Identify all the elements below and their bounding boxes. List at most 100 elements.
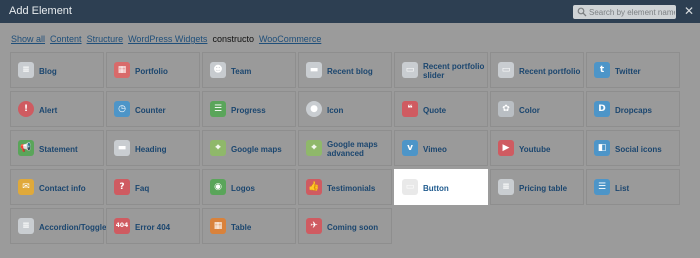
coming-soon-icon: ✈ [306, 218, 322, 234]
youtube-icon: ▶ [498, 140, 514, 156]
element-tile-error-404[interactable]: 404 Error 404 [106, 208, 200, 244]
element-tile-team[interactable]: ☻ Team [202, 52, 296, 88]
recent-portfolio-icon: ▭ [498, 62, 514, 78]
statement-icon: 📢 [18, 140, 34, 156]
alert-icon: ! [18, 101, 34, 117]
element-tile-label: Social icons [615, 144, 662, 154]
element-tile-testimonials[interactable]: 👍 Testimonials [298, 169, 392, 205]
element-tile-faq[interactable]: ? Faq [106, 169, 200, 205]
element-tile-label: Recent portfolio slider [423, 62, 485, 80]
add-element-modal: Add Element ✕ Show all Content Structure Wo… [0, 0, 700, 258]
team-icon: ☻ [210, 62, 226, 78]
element-tile-logos[interactable]: ◉ Logos [202, 169, 296, 205]
icon-glyph: ⌖ [311, 143, 317, 153]
element-tile-label: Heading [135, 144, 167, 154]
element-tile-youtube[interactable]: ▶ Youtube [490, 130, 584, 166]
filter-show-all[interactable]: Show all [11, 34, 45, 44]
icon-glyph: ✈ [310, 221, 318, 231]
icon-glyph: ◧ [597, 143, 607, 153]
blog-icon: ≡ [18, 62, 34, 78]
element-tile-label: Logos [231, 183, 255, 193]
element-tile-alert[interactable]: ! Alert [10, 91, 104, 127]
element-tile-label: Testimonials [327, 183, 376, 193]
google-maps-icon: ⌖ [210, 140, 226, 156]
icon-glyph: t [599, 65, 605, 75]
element-tile-statement[interactable]: 📢 Statement [10, 130, 104, 166]
element-tile-label: Error 404 [135, 222, 171, 232]
error-404-icon: 404 [114, 218, 130, 234]
twitter-icon: t [594, 62, 610, 78]
element-tile-coming-soon[interactable]: ✈ Coming soon [298, 208, 392, 244]
filter-woocommerce[interactable]: WooCommerce [259, 34, 321, 44]
element-tile-table[interactable]: ▦ Table [202, 208, 296, 244]
category-filters: Show all Content Structure WordPress Widget… [11, 34, 326, 46]
element-tile-label: Quote [423, 105, 447, 115]
icon-glyph: ▬ [309, 65, 319, 75]
element-tile-recent-portfolio[interactable]: ▭ Recent portfolio [490, 52, 584, 88]
element-tile-twitter[interactable]: t Twitter [586, 52, 680, 88]
pricing-table-icon: ≡ [498, 179, 514, 195]
element-tile-progress[interactable]: ☰ Progress [202, 91, 296, 127]
icon-glyph: 404 [115, 222, 129, 229]
element-tile-dropcaps[interactable]: D Dropcaps [586, 91, 680, 127]
modal-header: Add Element ✕ [0, 0, 700, 23]
recent-blog-icon: ▬ [306, 62, 322, 78]
filter-constructo[interactable]: constructo [212, 34, 254, 44]
element-tile-accordion-toggle[interactable]: ≡ Accordion/Toggle [10, 208, 106, 244]
element-tile-quote[interactable]: ❝ Quote [394, 91, 488, 127]
element-tile-label: Blog [39, 66, 57, 76]
icon-glyph: D [598, 104, 606, 114]
progress-icon: ☰ [210, 101, 226, 117]
element-tile-list[interactable]: ☰ List [586, 169, 680, 205]
element-tile-icon[interactable]: ● Icon [298, 91, 392, 127]
element-tile-pricing-table[interactable]: ≡ Pricing table [490, 169, 584, 205]
element-tile-label: Table [231, 222, 252, 232]
element-tile-label: Youtube [519, 144, 551, 154]
google-maps-advanced-icon: ⌖ [306, 140, 322, 156]
icon-glyph: ! [23, 104, 29, 114]
vimeo-icon: v [402, 140, 418, 156]
icon-glyph: ▦ [213, 221, 223, 231]
filter-structure[interactable]: Structure [87, 34, 124, 44]
close-icon[interactable]: ✕ [683, 4, 695, 18]
portfolio-icon: ▦ [114, 62, 130, 78]
element-tile-label: Progress [231, 105, 266, 115]
counter-icon: ◷ [114, 101, 130, 117]
icon-glyph: ✉ [22, 182, 30, 192]
element-tile-blog[interactable]: ≡ Blog [10, 52, 104, 88]
icon-glyph: ▬ [117, 143, 127, 153]
icon-glyph: ? [119, 182, 125, 192]
element-tile-google-maps-advanced[interactable]: ⌖ Google maps advanced [298, 130, 392, 166]
icon-glyph: ≡ [502, 182, 510, 192]
element-tile-counter[interactable]: ◷ Counter [106, 91, 200, 127]
element-tile-recent-blog[interactable]: ▬ Recent blog [298, 52, 392, 88]
element-tile-label: Alert [39, 105, 58, 115]
element-tile-recent-portfolio-slider[interactable]: ▭ Recent portfolio slider [394, 52, 488, 88]
element-tile-label: List [615, 183, 630, 193]
search-box[interactable] [573, 5, 676, 19]
icon-glyph: ◉ [214, 182, 222, 192]
element-tile-vimeo[interactable]: v Vimeo [394, 130, 488, 166]
element-tile-social-icons[interactable]: ◧ Social icons [586, 130, 680, 166]
element-tile-color[interactable]: ✿ Color [490, 91, 584, 127]
filter-content[interactable]: Content [50, 34, 82, 44]
search-input[interactable] [589, 5, 675, 19]
element-tile-label: Icon [327, 105, 344, 115]
icon-glyph: ❝ [407, 104, 413, 114]
element-tile-label: Twitter [615, 66, 641, 76]
icon-glyph: ◷ [118, 104, 126, 114]
icon-glyph: ▭ [501, 65, 511, 75]
element-tile-label: Team [231, 66, 252, 76]
list-icon: ☰ [594, 179, 610, 195]
element-tile-contact-info[interactable]: ✉ Contact info [10, 169, 104, 205]
recent-portfolio-slider-icon: ▭ [402, 62, 418, 78]
element-tile-button[interactable]: ▭ Button [394, 169, 488, 205]
element-tile-heading[interactable]: ▬ Heading [106, 130, 200, 166]
heading-icon: ▬ [114, 140, 130, 156]
icon-glyph: ≡ [22, 221, 30, 231]
element-tile-portfolio[interactable]: ▦ Portfolio [106, 52, 200, 88]
element-tile-label: Portfolio [135, 66, 168, 76]
element-tile-google-maps[interactable]: ⌖ Google maps [202, 130, 296, 166]
filter-wordpress-widgets[interactable]: WordPress Widgets [128, 34, 207, 44]
icon-glyph: ⌖ [215, 143, 221, 153]
